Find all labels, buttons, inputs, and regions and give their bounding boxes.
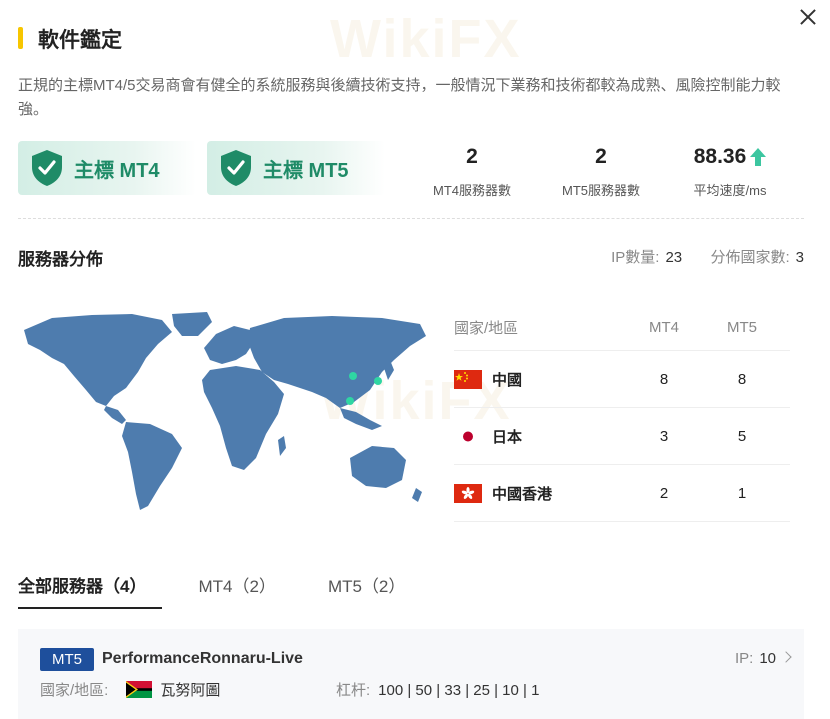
china-flag-icon [454,369,482,389]
mt4-count: 3 [659,427,669,445]
greenland [172,312,212,336]
australia [350,446,406,488]
stat-label: 平均速度/ms [693,183,767,198]
stat-mt5-servers: 2 MT5服務器數 [531,142,671,199]
country-name: 中國 [492,371,523,389]
shield-check-icon [221,150,251,186]
tab-mt4[interactable]: MT4（2） [198,572,275,609]
world-map [24,312,426,510]
table-row: 中國 8 8 [454,351,790,408]
stat-value: 2 [466,145,478,168]
header-mt4: MT4 [649,319,679,336]
leverage-value: 100 | 50 | 33 | 25 | 10 | 1 [378,682,540,699]
madagascar [278,436,286,456]
server-location-dot [349,372,357,380]
close-icon[interactable] [797,6,819,28]
central-america [104,406,126,424]
south-america [122,422,182,510]
server-name: PerformanceRonnaru-Live [102,650,303,667]
mt5-count: 5 [737,427,747,445]
server-region: 國家/地區: 瓦努阿圖 [40,679,220,700]
ip-value: 10 [759,650,776,667]
description-text: 正規的主標MT4/5交易商會有健全的系統服務與後續技術支持，一般情況下業務和技術… [18,77,781,118]
new-zealand [412,488,422,502]
hong-kong-flag-icon [454,483,482,503]
badge-mt5: 主標 MT5 [207,141,385,195]
mt4-count: 2 [659,484,669,502]
title-accent-bar [18,27,23,49]
ip-count-value: 23 [665,249,683,266]
ip-count-label: IP數量: [611,249,660,266]
country-name: 中國香港 [492,485,553,503]
stat-mt4-servers: 2 MT4服務器數 [402,142,542,199]
stat-label: MT4服務器數 [432,183,511,198]
table-row: 中國香港 2 1 [454,465,790,522]
server-leverage: 杠杆: 100 | 50 | 33 | 25 | 10 | 1 [336,679,539,700]
server-ip-count: IP: 10 [735,650,776,667]
region-value: 瓦努阿圖 [160,682,221,699]
shield-check-icon [32,150,62,186]
distribution-summary: IP數量: 23 分佈國家數: 3 [611,246,804,267]
server-card[interactable]: MT5 PerformanceRonnaru-Live IP: 10 國家/地區:… [18,629,804,719]
ip-label: IP: [734,650,754,667]
tab-all-servers[interactable]: 全部服務器（4） [18,572,163,609]
table-header: 國家/地區 MT4 MT5 [454,305,790,351]
server-location-dot [374,377,382,385]
server-location-dot [346,397,354,405]
server-distribution-table: 國家/地區 MT4 MT5 中國 8 8 日本 3 5 中國香港 2 1 [454,305,790,522]
leverage-label: 杠杆: [336,682,371,699]
stat-value: 88.36 [693,145,747,168]
up-arrow-icon [750,148,767,166]
europe [204,326,254,364]
watermark-top: WikiFX [330,9,522,69]
table-row: 日本 3 5 [454,408,790,465]
header-country: 國家/地區 [454,320,519,337]
chevron-right-icon[interactable] [780,651,792,663]
stat-label: MT5服務器數 [561,183,640,198]
north-america [24,314,172,406]
mt5-count: 1 [737,484,747,502]
japan-flag-icon [454,426,482,446]
section-title: 服務器分佈 [18,250,103,269]
stat-value: 2 [595,145,607,168]
vanuatu-flag-icon [126,681,153,698]
region-label: 國家/地區: [40,682,109,699]
platform-tag: MT5 [40,648,94,671]
stat-avg-speed: 88.36 平均速度/ms [660,142,800,199]
country-count-label: 分佈國家數: [710,249,790,266]
mt4-count: 8 [659,370,669,388]
badge-mt4: 主標 MT4 [18,141,196,195]
server-tabs: 全部服務器（4） MT4（2） MT5（2） [18,572,457,610]
country-name: 日本 [492,428,523,446]
header-mt5: MT5 [727,319,757,336]
badge-mt4-label: 主標 MT4 [74,159,160,182]
south-east-asia [340,408,382,430]
divider [18,218,804,219]
africa [202,366,284,470]
tab-mt5[interactable]: MT5（2） [328,572,405,609]
country-count-value: 3 [795,249,804,266]
mt5-count: 8 [737,370,747,388]
page-title: 軟件鑑定 [38,29,122,52]
badge-mt5-label: 主標 MT5 [263,159,349,182]
